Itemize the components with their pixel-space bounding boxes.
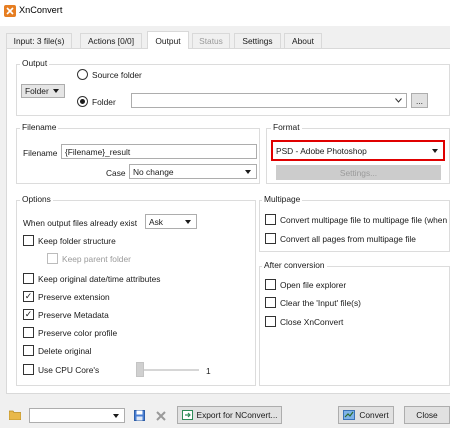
chevron-down-icon: [245, 169, 251, 174]
case-dropdown[interactable]: No change: [129, 164, 257, 179]
export-icon: [181, 410, 193, 420]
tab-actions[interactable]: Actions [0/0]: [80, 33, 142, 48]
tab-settings[interactable]: Settings: [234, 33, 281, 48]
chevron-down-icon: [395, 98, 402, 103]
chevron-down-icon: [113, 413, 119, 418]
save-icon[interactable]: [134, 410, 145, 421]
cpu-cores-slider-handle[interactable]: [136, 362, 144, 377]
preserve-color-profile-checkbox[interactable]: [23, 327, 34, 338]
tab-output[interactable]: Output: [147, 31, 189, 49]
convert-all-pages-checkbox[interactable]: [265, 233, 276, 244]
keep-parent-folder-checkbox[interactable]: [47, 253, 58, 264]
close-xnconvert-checkbox[interactable]: [265, 316, 276, 327]
keep-folder-structure-label: Keep folder structure: [38, 236, 116, 246]
keep-parent-folder-label: Keep parent folder: [62, 254, 131, 264]
preserve-extension-checkbox[interactable]: ✓: [23, 291, 34, 302]
folder-type-dropdown[interactable]: Folder: [21, 84, 65, 98]
folder-icon[interactable]: [9, 410, 21, 420]
exists-label: When output files already exist: [23, 218, 138, 228]
window-title: XnConvert: [19, 5, 63, 15]
browse-folder-button[interactable]: ...: [411, 93, 428, 108]
chevron-down-icon: [53, 89, 59, 93]
filename-group-label: Filename: [20, 122, 59, 132]
exists-dropdown[interactable]: Ask: [145, 214, 197, 229]
multipage-group-label: Multipage: [262, 194, 303, 204]
export-nconvert-button[interactable]: Export for NConvert...: [177, 406, 282, 424]
keep-datetime-label: Keep original date/time attributes: [38, 274, 161, 284]
preset-dropdown[interactable]: [29, 408, 125, 423]
output-group-label: Output: [20, 58, 50, 68]
keep-datetime-checkbox[interactable]: [23, 273, 34, 284]
tab-about[interactable]: About: [284, 33, 322, 48]
use-cpu-cores-checkbox[interactable]: [23, 364, 34, 375]
keep-folder-structure-checkbox[interactable]: [23, 235, 34, 246]
format-settings-button[interactable]: Settings...: [276, 165, 441, 180]
folder-path-combo[interactable]: [131, 93, 407, 108]
folder-radio[interactable]: [77, 96, 88, 107]
open-file-explorer-label: Open file explorer: [280, 280, 347, 290]
cpu-cores-value: 1: [206, 366, 211, 376]
convert-icon: [343, 410, 356, 420]
cpu-cores-slider-track: [137, 369, 199, 371]
open-file-explorer-checkbox[interactable]: [265, 279, 276, 290]
multipage-group: [259, 200, 450, 252]
clear-input-checkbox[interactable]: [265, 297, 276, 308]
app-icon: [4, 5, 16, 17]
format-dropdown[interactable]: PSD - Adobe Photoshop: [271, 140, 445, 161]
filename-input[interactable]: {Filename}_result: [61, 144, 257, 159]
multipage-to-multipage-label: Convert multipage file to multipage file…: [280, 215, 448, 225]
filename-field-label: Filename: [23, 148, 58, 158]
preserve-metadata-checkbox[interactable]: ✓: [23, 309, 34, 320]
source-folder-radio[interactable]: [77, 69, 88, 80]
close-xnconvert-label: Close XnConvert: [280, 317, 344, 327]
preserve-metadata-label: Preserve Metadata: [38, 310, 109, 320]
convert-button[interactable]: Convert: [338, 406, 394, 424]
use-cpu-cores-label: Use CPU Core's: [38, 365, 100, 375]
clear-input-label: Clear the 'Input' file(s): [280, 298, 361, 308]
check-icon: ✓: [24, 309, 33, 319]
convert-all-pages-label: Convert all pages from multipage file: [280, 234, 416, 244]
format-group-label: Format: [271, 122, 302, 132]
source-folder-label: Source folder: [92, 70, 142, 80]
delete-original-checkbox[interactable]: [23, 345, 34, 356]
tab-input[interactable]: Input: 3 file(s): [6, 33, 72, 48]
preserve-color-profile-label: Preserve color profile: [38, 328, 118, 338]
preserve-extension-label: Preserve extension: [38, 292, 110, 302]
multipage-to-multipage-checkbox[interactable]: [265, 214, 276, 225]
chevron-down-icon: [432, 148, 438, 153]
close-button[interactable]: Close: [404, 406, 450, 424]
options-group-label: Options: [20, 194, 53, 204]
title-bar: XnConvert: [0, 0, 450, 26]
folder-radio-label: Folder: [92, 97, 116, 107]
delete-original-label: Delete original: [38, 346, 92, 356]
after-conversion-group-label: After conversion: [262, 260, 327, 270]
chevron-down-icon: [185, 219, 191, 224]
check-icon: ✓: [24, 291, 33, 301]
delete-icon[interactable]: [156, 411, 166, 421]
case-label: Case: [106, 168, 126, 178]
tab-status[interactable]: Status: [192, 33, 230, 48]
